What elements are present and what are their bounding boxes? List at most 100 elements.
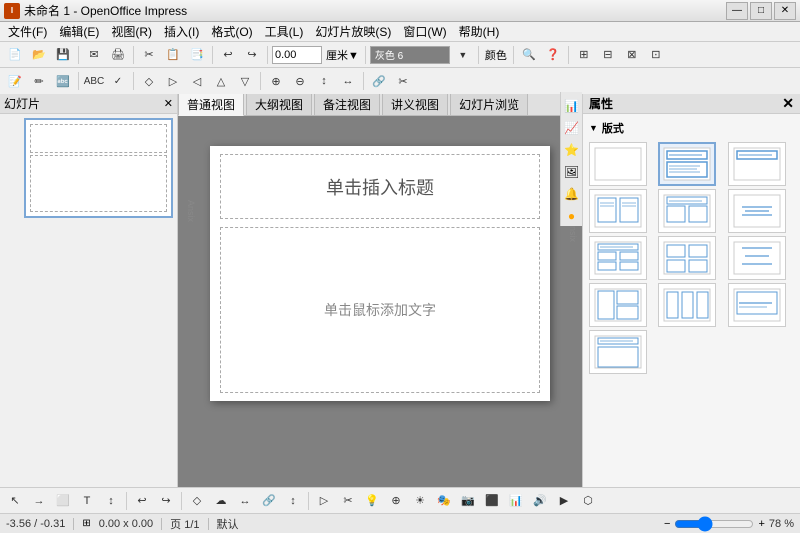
properties-close[interactable]: ✕ <box>782 95 794 112</box>
play-tool[interactable]: ▷ <box>313 490 335 512</box>
email-button[interactable]: ✉ <box>83 44 105 66</box>
camera-tool[interactable]: 📷 <box>457 490 479 512</box>
cut-tool[interactable]: ✂ <box>337 490 359 512</box>
slide-content-box[interactable]: 单击鼠标添加文字 <box>220 227 540 393</box>
redo-button[interactable]: ↪ <box>241 44 263 66</box>
close-button[interactable]: ✕ <box>774 2 796 20</box>
tab-notes[interactable]: 备注视图 <box>314 94 380 115</box>
open-button[interactable]: 📂 <box>28 44 50 66</box>
extra-btn4[interactable]: ⊡ <box>645 44 667 66</box>
menu-view[interactable]: 视图(R) <box>105 21 158 42</box>
video-tool[interactable]: ▶ <box>553 490 575 512</box>
fmt-btn12[interactable]: ⊖ <box>289 70 311 92</box>
copy-button[interactable]: 📋 <box>162 44 184 66</box>
fmt-btn13[interactable]: ↕ <box>313 70 335 92</box>
extra-btn1[interactable]: ⊞ <box>573 44 595 66</box>
fmt-btn5[interactable]: ✓ <box>107 70 129 92</box>
help-button[interactable]: ❓ <box>542 44 564 66</box>
fmt-btn1[interactable]: 📝 <box>4 70 26 92</box>
prop-icon-star[interactable]: ⭐ <box>562 140 582 160</box>
fmt-btn16[interactable]: ✂ <box>392 70 414 92</box>
split-tool[interactable]: ↕ <box>282 490 304 512</box>
menu-edit[interactable]: 编辑(E) <box>53 21 105 42</box>
restore-button[interactable]: □ <box>750 2 772 20</box>
layout-four-blocks[interactable] <box>658 236 716 280</box>
select-tool[interactable]: ↖ <box>4 490 26 512</box>
slide-title-box[interactable]: 单击插入标题 <box>220 154 540 219</box>
menu-tools[interactable]: 工具(L) <box>259 21 310 42</box>
plus-tool[interactable]: ⊕ <box>385 490 407 512</box>
layout-three-col[interactable] <box>658 283 716 327</box>
zoom-button[interactable]: 🔍 <box>518 44 540 66</box>
resize-tool[interactable]: ↕ <box>100 490 122 512</box>
menu-file[interactable]: 文件(F) <box>2 21 53 42</box>
text-tool[interactable]: T <box>76 490 98 512</box>
tab-handout[interactable]: 讲义视图 <box>382 94 448 115</box>
print-button[interactable]: 🖨 <box>107 44 129 66</box>
menu-slideshow[interactable]: 幻灯片放映(S) <box>309 21 397 42</box>
layout-title-two-col[interactable] <box>658 189 716 233</box>
hex-tool[interactable]: ⬡ <box>577 490 599 512</box>
chain-tool[interactable]: 🔗 <box>258 490 280 512</box>
color-swatch[interactable]: 灰色 6 <box>370 46 450 64</box>
menu-window[interactable]: 窗口(W) <box>397 21 452 42</box>
fmt-btn10[interactable]: ▽ <box>234 70 256 92</box>
layout-title-centered[interactable] <box>728 236 786 280</box>
fmt-btn6[interactable]: ◇ <box>138 70 160 92</box>
layout-bottom-title[interactable] <box>728 283 786 327</box>
layout-title-content[interactable] <box>658 142 716 186</box>
menu-format[interactable]: 格式(O) <box>205 21 258 42</box>
fmt-btn7[interactable]: ▷ <box>162 70 184 92</box>
fmt-btn4[interactable]: ABC <box>83 70 105 92</box>
fmt-btn8[interactable]: ◁ <box>186 70 208 92</box>
rect-tool[interactable]: ⬜ <box>52 490 74 512</box>
chart-tool[interactable]: 📊 <box>505 490 527 512</box>
diamond-tool[interactable]: ◇ <box>186 490 208 512</box>
prop-icon-fire[interactable]: ● <box>562 206 582 226</box>
slide-thumb-1[interactable] <box>24 118 173 218</box>
zoom-plus[interactable]: + <box>758 518 764 530</box>
fmt-btn11[interactable]: ⊕ <box>265 70 287 92</box>
black-tool[interactable]: ⬛ <box>481 490 503 512</box>
tab-slide-browser[interactable]: 幻灯片浏览 <box>450 94 528 115</box>
light-tool[interactable]: 💡 <box>361 490 383 512</box>
canvas-scroll[interactable]: Ansix 单击插入标题 单击鼠标添加文字 Ansix <box>178 116 582 487</box>
menu-help[interactable]: 帮助(H) <box>453 21 506 42</box>
link-tool[interactable]: ↔ <box>234 490 256 512</box>
cut-button[interactable]: ✂ <box>138 44 160 66</box>
layout-two-col[interactable] <box>589 189 647 233</box>
menu-insert[interactable]: 插入(I) <box>158 21 205 42</box>
save-button[interactable]: 💾 <box>52 44 74 66</box>
redo-tool[interactable]: ↪ <box>155 490 177 512</box>
prop-icon-graph[interactable]: 📈 <box>562 118 582 138</box>
extra-btn2[interactable]: ⊟ <box>597 44 619 66</box>
tab-outline[interactable]: 大纲视图 <box>246 94 312 115</box>
audio-tool[interactable]: 🔊 <box>529 490 551 512</box>
sun-tool[interactable]: ☀ <box>409 490 431 512</box>
color-dropdown[interactable]: ▼ <box>452 44 474 66</box>
tab-normal[interactable]: 普通视图 <box>178 94 244 116</box>
extra-btn3[interactable]: ⊠ <box>621 44 643 66</box>
undo-tool[interactable]: ↩ <box>131 490 153 512</box>
zoom-minus[interactable]: − <box>664 518 670 530</box>
layout-title-only[interactable] <box>728 142 786 186</box>
arrow-tool[interactable]: → <box>28 490 50 512</box>
layout-title-four[interactable] <box>589 236 647 280</box>
fmt-btn3[interactable]: 🔤 <box>52 70 74 92</box>
undo-button[interactable]: ↩ <box>217 44 239 66</box>
prop-icon-image[interactable]: 🖼 <box>562 162 582 182</box>
prop-icon-chart[interactable]: 📊 <box>562 96 582 116</box>
layout-blank[interactable] <box>589 142 647 186</box>
zoom-slider[interactable] <box>674 518 754 530</box>
size-input[interactable] <box>272 46 322 64</box>
slide-canvas[interactable]: 单击插入标题 单击鼠标添加文字 <box>210 146 550 401</box>
new-button[interactable]: 📄 <box>4 44 26 66</box>
layout-big-content[interactable] <box>589 283 647 327</box>
fmt-btn9[interactable]: △ <box>210 70 232 92</box>
prop-icon-notify[interactable]: 🔔 <box>562 184 582 204</box>
fmt-btn2[interactable]: ✏ <box>28 70 50 92</box>
fmt-btn14[interactable]: ↔ <box>337 70 359 92</box>
cloud-tool[interactable]: ☁ <box>210 490 232 512</box>
paste-button[interactable]: 📑 <box>186 44 208 66</box>
layout-centered-text[interactable] <box>728 189 786 233</box>
